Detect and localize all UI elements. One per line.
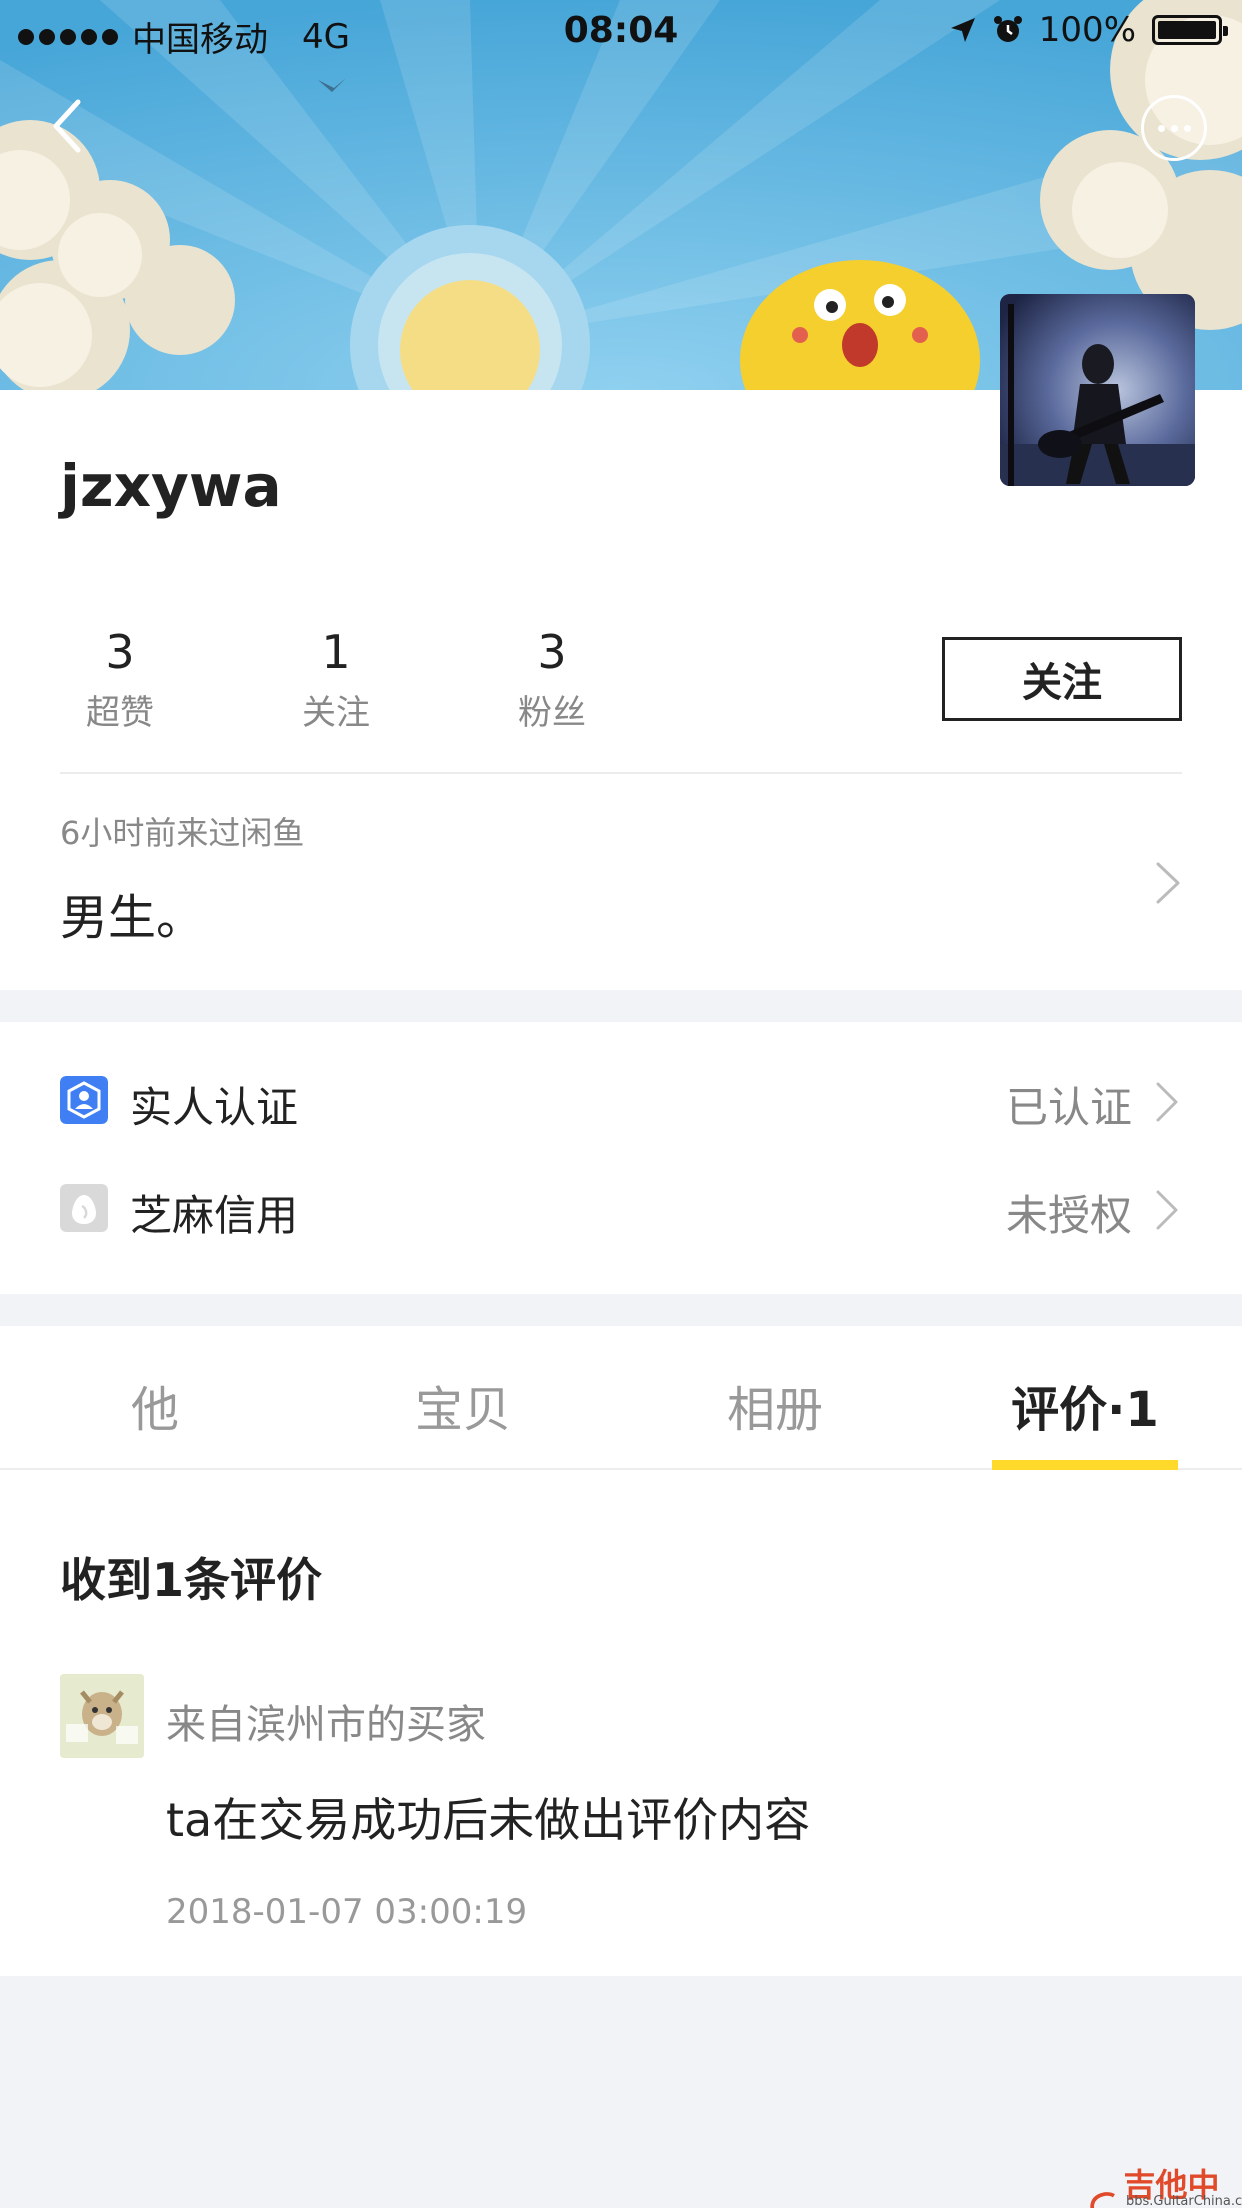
username: jzxywa — [60, 452, 282, 520]
profile-stats: 3 超赞 1 关注 3 粉丝 — [60, 625, 708, 734]
watermark: 吉他中国 bbs.GuitarChina.com — [1088, 2160, 1242, 2208]
avatar-photo — [1000, 294, 1195, 486]
follow-button[interactable]: 关注 — [942, 637, 1182, 721]
content-card: 他 宝贝 相册 评价·1 收到1条评价 来自滨州市的买家 ta在交易成功后未做出… — [0, 1326, 1242, 1976]
chevron-left-icon — [53, 99, 81, 153]
bio-text[interactable]: 男生。 — [60, 878, 204, 948]
watermark-site: bbs.GuitarChina.com — [1126, 2194, 1242, 2208]
verify-status: 未授权 — [1005, 1191, 1132, 1240]
stat-following-label: 关注 — [302, 693, 370, 733]
sesame-egg-icon — [60, 1184, 108, 1232]
stat-fans[interactable]: 3 粉丝 — [492, 625, 708, 734]
person-shield-icon — [60, 1076, 108, 1124]
last-visit-text: 6小时前来过闲鱼 — [60, 814, 305, 852]
divider — [60, 772, 1182, 774]
verification-card: 实人认证 已认证 芝麻信用 未授权 — [0, 1022, 1242, 1294]
tab-album[interactable]: 相册 — [675, 1370, 875, 1440]
active-tab-indicator — [992, 1460, 1178, 1470]
review-text: ta在交易成功后未做出评价内容 — [166, 1793, 811, 1847]
verify-label: 芝麻信用 — [130, 1191, 299, 1240]
reviewer-avatar-image — [60, 1674, 144, 1758]
stat-following[interactable]: 1 关注 — [276, 625, 492, 734]
verify-row-real-person[interactable]: 实人认证 已认证 — [0, 1052, 1242, 1152]
chevron-right-icon — [1156, 1082, 1178, 1122]
chevron-right-icon — [1156, 1190, 1178, 1230]
stat-likes-label: 超赞 — [86, 693, 154, 733]
verify-label: 实人认证 — [130, 1083, 299, 1132]
verify-status: 已认证 — [1005, 1083, 1132, 1132]
tab-items[interactable]: 宝贝 — [363, 1370, 563, 1440]
back-button[interactable] — [40, 90, 100, 160]
tab-him[interactable]: 他 — [55, 1370, 255, 1440]
verify-row-sesame-credit[interactable]: 芝麻信用 未授权 — [0, 1160, 1242, 1260]
battery-icon — [1152, 15, 1228, 45]
tab-bar: 他 宝贝 相册 评价·1 — [0, 1326, 1242, 1470]
tab-reviews[interactable]: 评价·1 — [985, 1370, 1185, 1440]
avatar[interactable] — [1000, 294, 1195, 486]
reviewer-source: 来自滨州市的买家 — [166, 1702, 486, 1748]
stat-following-value: 1 — [321, 625, 351, 679]
reviewer-avatar[interactable] — [60, 1674, 144, 1758]
chevron-right-icon[interactable] — [1150, 858, 1186, 908]
more-button[interactable] — [1141, 95, 1207, 161]
location-arrow-icon — [950, 18, 975, 42]
reviews-heading: 收到1条评价 — [60, 1553, 323, 1607]
guitar-logo-icon — [1090, 2192, 1115, 2208]
stat-likes-value: 3 — [105, 625, 135, 679]
alarm-icon — [993, 16, 1022, 42]
battery-percent: 100% — [1038, 10, 1136, 50]
status-bar: 中国移动 4G 08:04 100% — [0, 0, 1242, 62]
more-dots-icon — [1157, 124, 1165, 132]
stat-fans-label: 粉丝 — [518, 693, 586, 733]
review-date: 2018-01-07 03:00:19 — [166, 1892, 528, 1932]
stat-likes[interactable]: 3 超赞 — [60, 625, 276, 734]
stat-fans-value: 3 — [537, 625, 567, 679]
